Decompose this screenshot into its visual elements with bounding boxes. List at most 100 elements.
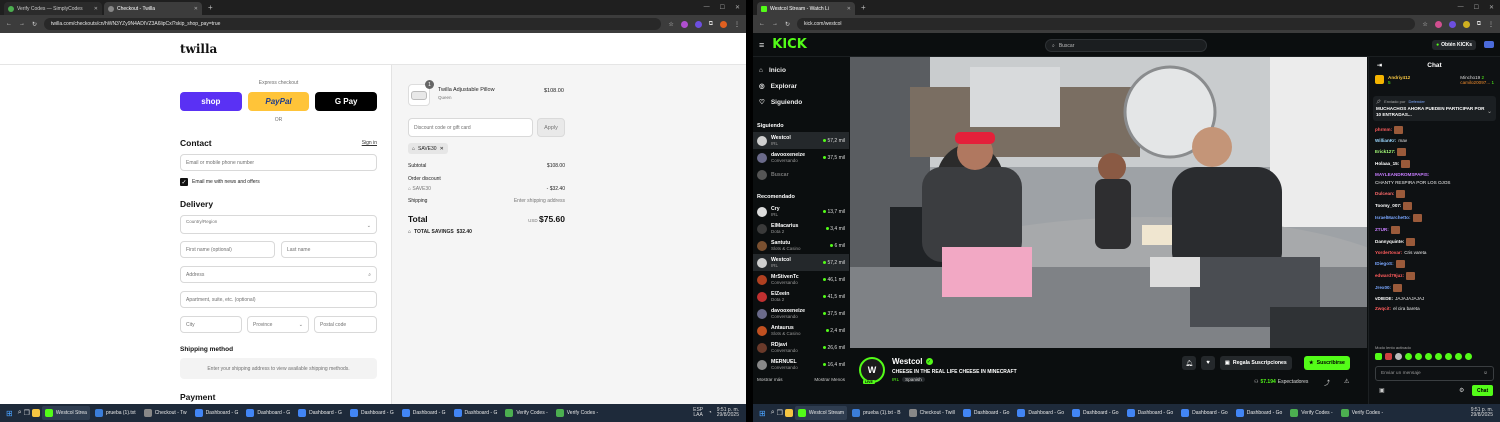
province-select[interactable]: Province ⌄ [247,316,309,333]
clock[interactable]: 9:51 p. m. 29/8/2025 [1471,407,1497,419]
taskbar-app-button[interactable]: Verify Codes - [1287,406,1335,420]
extension-icon[interactable] [694,20,702,28]
gift-icon[interactable]: ▣ [1379,387,1385,394]
taskbar-app-button[interactable]: Dashboard - Go [1124,406,1177,420]
emote-icon[interactable] [1435,353,1442,360]
bell-icon[interactable]: 🔔︎ [1182,356,1196,370]
chat-username[interactable]: MAYLEANDROMSPAPIS: [1375,172,1429,178]
puzzle-icon[interactable]: ⧉ [1477,21,1481,28]
forward-icon[interactable]: → [19,21,25,27]
emote-icon[interactable] [1465,353,1472,360]
chat-username[interactable]: IsraelMarchetto: [1375,215,1411,221]
chevron-down-icon[interactable]: ⌄ [1487,108,1492,115]
chat-message[interactable]: Holaaa_15: [1369,158,1500,170]
emote-icon[interactable] [1455,353,1462,360]
new-tab-icon[interactable]: + [857,3,870,12]
shop-pay-button[interactable]: shop [180,92,242,111]
minimize-icon[interactable]: — [1458,4,1464,11]
chat-message[interactable]: IDiegoS: [1369,258,1500,270]
news-checkbox[interactable]: ✓ [180,178,188,186]
emote-icon[interactable] [1415,353,1422,360]
channel-item[interactable]: MrStivenTc Conversando 46,1 mil [753,271,849,288]
stream-category[interactable]: IRL [892,377,899,382]
emote-icon[interactable] [1385,353,1392,360]
chat-message[interactable]: IsraelMarchetto: [1369,212,1500,224]
channel-item[interactable]: Santutu Slots & Casino 6 mil [753,237,849,254]
taskbar-app-button[interactable]: Verify Codes - [502,406,550,420]
windows-start-icon[interactable]: ⊞ [756,409,769,418]
chat-username[interactable]: edward79juz: [1375,273,1404,279]
taskbar-app-button[interactable]: Dashboard - Go [1014,406,1067,420]
channel-item[interactable]: ElZeein Dota 2 41,5 mil [753,288,849,305]
chat-message[interactable]: ZTUR: [1369,224,1500,236]
chat-username[interactable]: phrmm: [1375,127,1392,133]
maximize-icon[interactable]: ☐ [1474,4,1479,11]
menu-dots-icon[interactable]: ⋮ [1488,21,1494,28]
taskbar-app-button[interactable]: Dashboard - G [295,406,345,420]
chat-username[interactable]: Toomy_007: [1375,203,1401,209]
email-field[interactable]: Email or mobile phone number [180,154,377,171]
gifter-1[interactable]: Andriy412 5 [1388,75,1410,85]
chat-message[interactable]: Toomy_007: [1369,200,1500,212]
taskbar-app-button[interactable]: Verify Codes - [553,406,601,420]
chat-username[interactable]: Yordertovar: [1375,250,1402,256]
close-icon[interactable]: ✕ [94,6,98,12]
emote-icon[interactable] [1405,353,1412,360]
chat-message[interactable]: Zwqcit: el cira bareta [1369,304,1500,314]
extension-icon[interactable] [1434,20,1442,28]
tab-westcol-stream[interactable]: Westcol Stream - Watch Li ✕ [757,2,855,15]
taskbar-app-button[interactable]: Dashboard - G [243,406,293,420]
twilla-logo[interactable]: twilla [180,42,217,56]
extension-icon[interactable] [1462,20,1470,28]
chat-username[interactable]: Zwqcit: [1375,306,1391,312]
user-avatar[interactable] [1484,41,1494,48]
bookmark-star-icon[interactable]: ☆ [668,21,673,28]
chat-username[interactable]: WillianKr: [1375,138,1396,144]
url-field[interactable]: kick.com/westcol [797,18,1416,30]
task-view-icon[interactable]: ❐ [24,409,30,417]
settings-gear-icon[interactable]: ⚙ [1459,387,1464,394]
nav-following[interactable]: ♡ Siguiendo [753,94,849,110]
taskbar-app-button[interactable]: Verify Codes - [1338,406,1386,420]
menu-dots-icon[interactable]: ⋮ [734,21,740,28]
channel-item[interactable]: RDjavi Conversando 26,6 mil [753,339,849,356]
forward-icon[interactable]: → [772,21,778,27]
channel-item[interactable]: Cry IRL 13,7 mil [753,203,849,220]
taskbar-app-button[interactable]: prueba (1).txt - B [849,406,904,420]
task-view-icon[interactable]: ❐ [777,409,783,417]
taskbar-app-button[interactable]: Westcol Strea [41,406,90,420]
apartment-field[interactable]: Apartment, suite, etc. (optional) [180,291,377,308]
kick-logo[interactable]: KICK [772,37,807,52]
taskbar-app-button[interactable]: prueba (1).txt [92,406,139,420]
channel-item[interactable]: Westcol IRL 57,2 mil [753,254,849,271]
share-icon[interactable]: ⤴ [1324,378,1330,387]
windows-start-icon[interactable]: ⊞ [3,409,16,418]
discount-input[interactable]: Discount code or gift card [408,118,533,137]
profile-avatar[interactable] [720,20,727,28]
chat-username[interactable]: vDIEDE: [1375,296,1393,302]
remove-code-icon[interactable]: ✕ [440,146,444,152]
hamburger-icon[interactable]: ≡ [759,40,764,50]
taskbar-app-button[interactable]: Dashboard - G [451,406,501,420]
sign-in-link[interactable]: Sign in [362,140,377,146]
chat-message[interactable]: edward79juz: [1369,270,1500,282]
chat-message[interactable]: WillianKr: mav [1369,136,1500,146]
channel-item[interactable]: ElMacarius Dota 2 3,4 mil [753,220,849,237]
tab-verify-codes[interactable]: Verify Codes — SimplyCodes ✕ [4,2,102,15]
wifi-icon[interactable]: ◔ [705,410,715,416]
chat-message[interactable]: Yordertovar: Cris vareta [1369,248,1500,258]
taskbar-app-button[interactable]: Dashboard - Go [960,406,1013,420]
file-explorer-icon[interactable] [784,409,793,417]
channel-item[interactable]: davooxeneize Conversando 37,5 mil [753,149,849,166]
postal-field[interactable]: Postal code [314,316,377,333]
subscribe-button[interactable]: ★ Suscribirse [1304,356,1350,370]
pinned-message[interactable]: 📌︎ Enviado por Defender MUCHACHOS AHORA PU… [1373,96,1496,121]
new-tab-icon[interactable]: + [204,3,217,12]
chat-message[interactable]: Dannyquinte: [1369,236,1500,248]
channel-item[interactable]: Westcol IRL 57,2 mil [753,132,849,149]
chat-username[interactable]: Holaaa_15: [1375,161,1399,167]
reload-icon[interactable]: ↻ [32,21,37,28]
emoji-picker-icon[interactable]: ☺ [1483,371,1488,376]
emote-icon[interactable] [1375,353,1382,360]
gifter-3[interactable]: camilo20097... 1 [1460,80,1494,85]
